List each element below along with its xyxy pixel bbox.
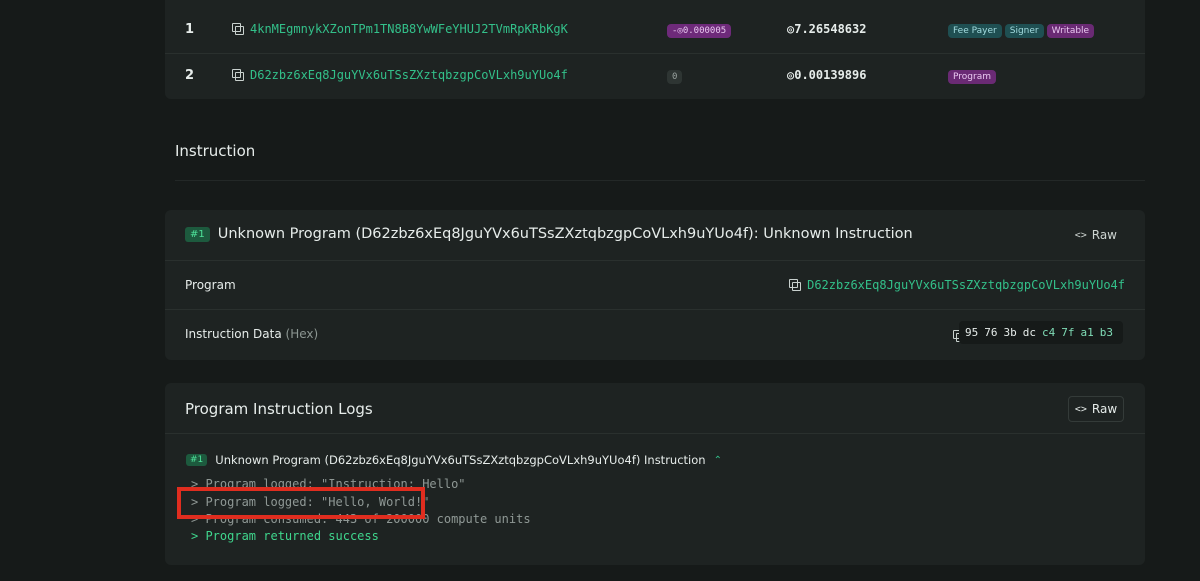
tag-fee-payer: Fee Payer xyxy=(948,24,1002,38)
chevron-up-icon[interactable]: ⌃ xyxy=(714,455,722,466)
hex-byte: dc xyxy=(1022,326,1036,339)
code-icon: <> xyxy=(1074,403,1087,415)
highlight-annotation xyxy=(177,487,425,519)
instruction-title: Unknown Program (D62zbz6xEq8JguYVx6uTSsZ… xyxy=(217,226,913,242)
instruction-data-hex: 95 76 3b dc c4 7f a1 b3 xyxy=(959,321,1123,344)
hex-byte: a1 xyxy=(1080,326,1094,339)
raw-button-label[interactable]: Raw xyxy=(1092,228,1117,242)
hex-byte: b3 xyxy=(1099,326,1113,339)
balance-change-badge: 0 xyxy=(667,70,683,84)
copy-icon[interactable] xyxy=(232,23,244,35)
account-balance: ◎7.26548632 xyxy=(787,22,867,36)
hex-byte: c4 xyxy=(1042,326,1056,339)
instruction-data-label: Instruction Data (Hex) xyxy=(185,327,318,341)
account-index: 2 xyxy=(185,68,195,83)
log-index-badge: #1 xyxy=(186,454,208,466)
account-address-link[interactable]: 4knMEgmnykXZonTPm1TN8B8YwWFeYHUJ2TVmRpKR… xyxy=(232,22,568,36)
tag-program: Program xyxy=(948,70,996,84)
program-label: Program xyxy=(185,278,236,292)
section-title-instruction: Instruction xyxy=(175,142,256,160)
card-divider xyxy=(165,433,1145,434)
table-row: 2 D62zbz6xEq8JguYVx6uTSsZXztqbzgpCoVLxh9… xyxy=(165,54,1145,100)
copy-icon[interactable] xyxy=(789,279,802,291)
instruction-data-title: Instruction Data xyxy=(185,327,282,341)
balance-change-badge: -◎0.000005 xyxy=(667,24,732,38)
section-divider xyxy=(175,180,1145,181)
accounts-table: 1 4knMEgmnykXZonTPm1TN8B8YwWFeYHUJ2TVmRp… xyxy=(165,0,1145,99)
tag-signer: Signer xyxy=(1004,24,1044,38)
account-address[interactable]: D62zbz6xEq8JguYVx6uTSsZXztqbzgpCoVLxh9uY… xyxy=(250,68,568,82)
log-entry-title[interactable]: Unknown Program (D62zbz6xEq8JguYVx6uTSsZ… xyxy=(215,453,705,467)
code-icon: <> xyxy=(1074,229,1087,241)
account-tags: Fee Payer Signer Writable xyxy=(948,24,1095,38)
logs-title: Program Instruction Logs xyxy=(185,400,373,418)
raw-button[interactable]: <> Raw xyxy=(1075,228,1117,242)
card-divider xyxy=(165,260,1145,261)
tag-writable: Writable xyxy=(1046,24,1095,38)
log-entry-header[interactable]: #1 Unknown Program (D62zbz6xEq8JguYVx6uT… xyxy=(186,453,722,467)
hex-byte: 95 xyxy=(965,326,979,339)
account-index: 1 xyxy=(185,22,195,37)
card-divider xyxy=(165,309,1145,310)
hex-byte: 76 xyxy=(984,326,998,339)
account-address-link[interactable]: D62zbz6xEq8JguYVx6uTSsZXztqbzgpCoVLxh9uY… xyxy=(232,68,568,82)
account-address[interactable]: 4knMEgmnykXZonTPm1TN8B8YwWFeYHUJ2TVmRpKR… xyxy=(250,22,568,36)
instruction-data-format: (Hex) xyxy=(285,327,319,341)
table-row: 1 4knMEgmnykXZonTPm1TN8B8YwWFeYHUJ2TVmRp… xyxy=(165,8,1145,54)
logs-raw-label[interactable]: Raw xyxy=(1092,402,1117,416)
copy-icon[interactable] xyxy=(232,69,244,81)
instruction-index-badge: #1 xyxy=(185,226,210,242)
account-tags: Program xyxy=(948,70,996,84)
logs-card: Program Instruction Logs <> Raw #1 Unkno… xyxy=(165,383,1145,565)
program-address[interactable]: D62zbz6xEq8JguYVx6uTSsZXztqbzgpCoVLxh9uY… xyxy=(807,278,1125,292)
hex-byte: 3b xyxy=(1003,326,1017,339)
logs-raw-button[interactable]: <> Raw xyxy=(1068,396,1124,422)
hex-byte: 7f xyxy=(1061,326,1075,339)
instruction-header: #1 Unknown Program (D62zbz6xEq8JguYVx6uT… xyxy=(185,226,913,242)
account-balance: ◎0.00139896 xyxy=(787,68,867,82)
log-line-success: > Program returned success xyxy=(191,529,379,543)
program-address-link[interactable]: D62zbz6xEq8JguYVx6uTSsZXztqbzgpCoVLxh9uY… xyxy=(789,278,1125,292)
